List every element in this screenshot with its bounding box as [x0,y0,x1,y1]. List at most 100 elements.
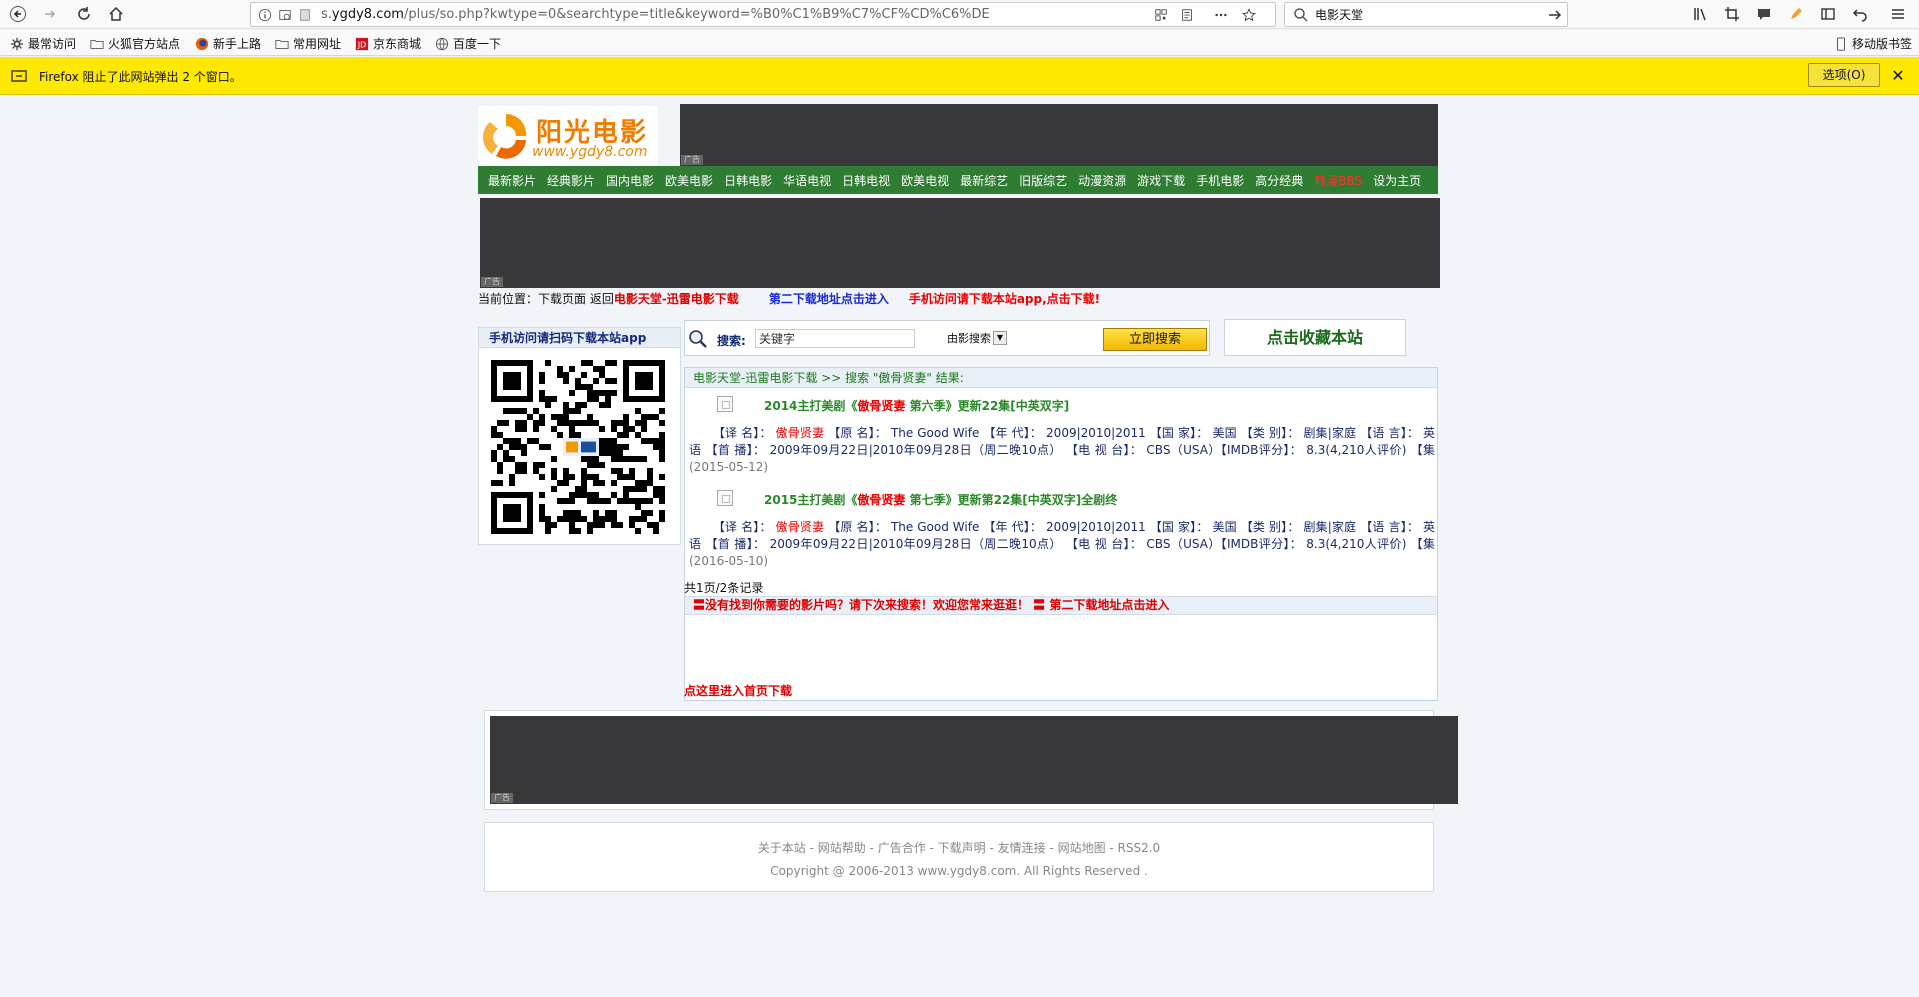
more-actions-icon[interactable] [1213,7,1229,23]
nav-item-set-home[interactable]: 设为主页 [1373,172,1421,189]
not-found-notice[interactable]: 〓没有找到你需要的影片吗？请下次来搜索！欢迎您常来逛逛！ 〓 第二下载地址点击进… [685,596,1437,615]
url-bar[interactable]: s.ygdy8.com/plus/so.php?kwtype=0&searcht… [250,2,1276,27]
site-search-bar: 搜索: 由影搜索 ▼ 立即搜索 [684,320,1210,356]
result-description: 【译 名】： 傲骨贤妻 【原 名】： The Good Wife 【年 代】： … [689,426,1435,474]
site-search-input[interactable] [755,329,915,348]
nav-item-bbs[interactable]: 韩漫BBS [1314,172,1362,189]
nav-item-games[interactable]: 游戏下载 [1137,172,1185,189]
permissions-icon[interactable] [277,7,293,23]
crumb-second-link[interactable]: 第二下载地址点击进入 [769,292,889,306]
site-logo[interactable]: 阳光电影 www.ygdy8.com [478,106,658,166]
bookmark-star-icon[interactable] [1241,7,1257,23]
breadcrumb: 当前位置：下载页面 返回电影天堂-迅雷电影下载 第二下载地址点击进入 手机访问请下载… [478,292,1101,306]
globe-icon [435,37,449,51]
pager-text: 共1页/2条记录 [684,581,764,595]
page-icon [297,7,313,23]
nav-item-classic[interactable]: 经典影片 [547,172,595,189]
reload-icon[interactable] [72,3,96,25]
bookmark-getting-started[interactable]: 新手上路 [195,35,261,52]
svg-text:JD: JD [357,40,366,49]
search-go-icon[interactable] [1547,7,1563,23]
app-qr-box: 手机访问请扫码下载本站app [478,327,681,545]
home-download-link[interactable]: 点这里进入首页下载 [684,682,792,699]
logo-mark-icon [482,113,527,159]
nav-item-variety[interactable]: 最新综艺 [960,172,1008,189]
main-nav: 最新影片 经典影片 国内电影 欧美电影 日韩电影 华语电视 日韩电视 欧美电视 … [478,166,1438,194]
result-checkbox[interactable] [717,396,733,412]
nav-item-old-variety[interactable]: 旧版综艺 [1019,172,1067,189]
sidebar-icon[interactable] [1818,4,1838,24]
result-description: 【译 名】： 傲骨贤妻 【原 名】： The Good Wife 【年 代】： … [689,520,1435,568]
bookmark-jd[interactable]: JD 京东商城 [355,35,421,52]
popup-blocked-text: Firefox 阻止了此网站弹出 2 个窗口。 [39,70,242,84]
nav-item-latest[interactable]: 最新影片 [488,172,536,189]
undo-icon[interactable] [1850,4,1870,24]
nav-item-domestic[interactable]: 国内电影 [606,172,654,189]
back-icon[interactable] [6,3,30,25]
nav-item-chinese-tv[interactable]: 华语电视 [783,172,831,189]
ad-tag: 广告 [491,793,513,803]
results-header: 电影天堂-迅雷电影下载 >> 搜索 "傲骨贤妻" 结果: [685,368,1437,388]
add-favorite-button[interactable]: 点击收藏本站 [1224,319,1406,356]
chat-icon[interactable] [1754,4,1774,24]
footer-links[interactable]: 关于本站 - 网站帮助 - 广告合作 - 下载声明 - 友情连接 - 网站地图 … [485,839,1433,856]
bookmark-mobile[interactable]: 移动版书签 [1834,35,1912,52]
result-title[interactable]: 2015主打美剧《傲骨贤妻 第七季》更新第22集[中英双字]全剧终 [764,491,1117,508]
search-results: 电影天堂-迅雷电影下载 >> 搜索 "傲骨贤妻" 结果: 2014主打美剧《傲骨… [684,367,1438,701]
reader-view-icon[interactable] [1179,7,1195,23]
nav-item-western[interactable]: 欧美电影 [665,172,713,189]
bookmark-most-visited[interactable]: 最常访问 [10,35,76,52]
magnifier-icon [689,330,707,348]
popup-blocked-bar: Firefox 阻止了此网站弹出 2 个窗口。 选项(O) ✕ [0,57,1919,95]
library-icon[interactable] [1690,4,1710,24]
crumb-home-link[interactable]: 电影天堂-迅雷电影下载 [614,292,739,306]
nav-item-jpkr-movie[interactable]: 日韩电影 [724,172,772,189]
qrcode-icon[interactable] [1153,7,1169,23]
bottom-banner-ad[interactable]: 广告 [490,716,1458,804]
result-title[interactable]: 2014主打美剧《傲骨贤妻 第六季》更新22集[中英双字] [764,397,1069,414]
url-text[interactable]: s.ygdy8.com/plus/so.php?kwtype=0&searcht… [321,7,990,22]
firefox-icon [195,37,209,51]
menu-icon[interactable] [1888,4,1908,24]
chevron-down-icon: ▼ [993,331,1007,345]
folder-icon [275,37,289,51]
footer-copyright: Copyright @ 2006-2013 www.ygdy8.com. All… [770,864,1148,878]
search-type-select[interactable]: 由影搜索 ▼ [947,330,1007,346]
pen-icon[interactable] [1786,4,1806,24]
bookmark-baidu[interactable]: 百度一下 [435,35,501,52]
jd-icon: JD [355,37,369,51]
phone-icon [1834,36,1848,51]
result-checkbox[interactable] [717,490,733,506]
app-qr-header: 手机访问请扫码下载本站app [479,328,680,348]
search-submit-button[interactable]: 立即搜索 [1103,328,1207,351]
crumb-app-link[interactable]: 手机访问请下载本站app,点击下载! [909,292,1100,306]
browser-search-input[interactable] [1315,6,1535,23]
folder-icon [90,37,104,51]
bookmark-firefox-official[interactable]: 火狐官方站点 [90,35,180,52]
qr-code-image [491,360,665,534]
options-button[interactable]: 选项(O) [1808,63,1880,87]
nav-item-mobile[interactable]: 手机电影 [1196,172,1244,189]
ad-tag: 广告 [681,155,703,165]
top-banner-ad[interactable]: 广告 [680,104,1438,166]
forward-icon[interactable] [38,3,62,25]
logo-url: www.ygdy8.com [532,144,648,160]
nav-item-anime[interactable]: 动漫资源 [1078,172,1126,189]
bookmarks-bar: 最常访问 火狐官方站点 新手上路 常用网址 JD 京东商城 百度一下 移动版书签 [0,30,1919,56]
browser-search-bar[interactable] [1284,2,1568,27]
nav-item-western-tv[interactable]: 欧美电视 [901,172,949,189]
nav-item-jpkr-tv[interactable]: 日韩电视 [842,172,890,189]
info-icon[interactable] [257,7,273,23]
site-footer: 关于本站 - 网站帮助 - 广告合作 - 下载声明 - 友情连接 - 网站地图 … [484,822,1434,892]
search-icon [1293,7,1309,23]
close-icon[interactable]: ✕ [1888,66,1908,86]
bookmark-common-sites[interactable]: 常用网址 [275,35,341,52]
bottom-ad-wrapper: 广告 [484,710,1458,810]
home-icon[interactable] [104,3,128,25]
nav-item-top-rated[interactable]: 高分经典 [1255,172,1303,189]
gear-icon [10,37,24,51]
screenshot-icon[interactable] [1722,4,1742,24]
mid-banner-ad[interactable]: 广告 [480,198,1440,288]
popup-blocked-icon [11,68,27,84]
ad-tag: 广告 [481,277,503,287]
